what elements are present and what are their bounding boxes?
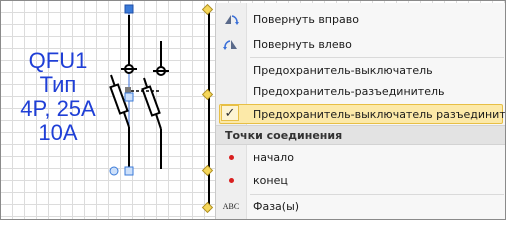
fuse-switch-symbol[interactable] xyxy=(1,1,215,219)
menu-item-label: начало xyxy=(253,150,294,164)
menu-item-label: Фаза(ы) xyxy=(253,199,300,213)
section-header-connection-points: Точки соединения xyxy=(216,125,505,145)
red-dot-icon xyxy=(222,149,240,165)
control-point-diamond[interactable] xyxy=(201,88,214,101)
section-header-label: Точки соединения xyxy=(225,128,343,142)
menu-item-phases[interactable]: АВС Фаза(ы) xyxy=(216,196,505,216)
menu-item-label: конец xyxy=(253,173,288,187)
menu-item-label: Предохранитель-разъединитель xyxy=(253,84,445,98)
menu-item-label: Повернуть вправо xyxy=(253,12,359,26)
menu-item-rotate-left[interactable]: Повернуть влево xyxy=(216,34,505,54)
control-point-diamond[interactable] xyxy=(201,3,214,16)
menu-item-fuse-disconnector[interactable]: Предохранитель-разъединитель xyxy=(216,81,505,101)
abc-text-icon: АВС xyxy=(222,201,240,211)
control-handle[interactable] xyxy=(125,87,131,93)
rotation-handle[interactable] xyxy=(109,166,119,176)
menu-separator xyxy=(250,194,504,195)
menu-item-fuse-switch-disconnector[interactable]: ✓ Предохранитель-выключатель разъедините… xyxy=(216,104,506,124)
menu-item-fuse-switch[interactable]: Предохранитель-выключатель xyxy=(216,60,505,80)
selection-handle-top[interactable] xyxy=(124,4,134,14)
menu-item-label: Повернуть влево xyxy=(253,37,352,51)
control-point-diamond[interactable] xyxy=(201,164,214,177)
menu-item-rotate-right[interactable]: Повернуть вправо xyxy=(216,9,505,29)
red-dot-icon xyxy=(222,172,240,188)
check-icon: ✓ xyxy=(221,105,239,121)
menu-item-end-point[interactable]: конец xyxy=(216,170,505,190)
selection-handle-middle[interactable] xyxy=(124,92,134,102)
context-menu: Повернуть вправо Повернуть влево Предохр… xyxy=(215,3,506,219)
drawing-canvas[interactable]: QFU1 Тип 4P, 25A 10A Повернуть вправо По… xyxy=(0,0,506,220)
rotate-right-icon xyxy=(222,11,240,27)
fuse-blade xyxy=(141,77,162,130)
menu-item-label: Предохранитель-выключатель разъединитель xyxy=(253,107,506,121)
menu-separator xyxy=(250,57,504,58)
rotate-left-icon xyxy=(222,36,240,52)
menu-item-start-point[interactable]: начало xyxy=(216,147,505,167)
control-point-diamond[interactable] xyxy=(201,201,214,214)
selection-handle-bottom[interactable] xyxy=(124,166,134,176)
menu-item-label: Предохранитель-выключатель xyxy=(253,63,433,77)
